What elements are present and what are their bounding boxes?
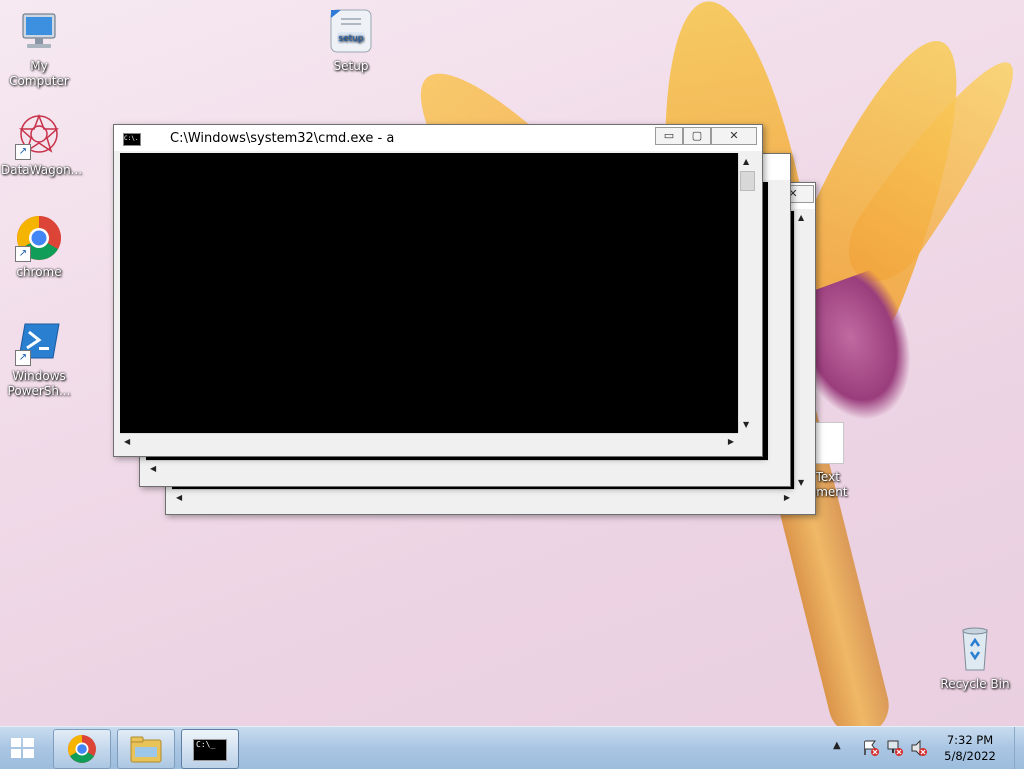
show-desktop-button[interactable]	[1014, 727, 1024, 769]
cmd-icon: C:\_	[193, 739, 227, 761]
cmd-icon: C:\.	[123, 133, 141, 146]
windows-logo-icon	[11, 738, 34, 758]
taskbar-file-explorer-button[interactable]	[117, 729, 175, 769]
desktop-icon-datawagon[interactable]: ↗ DataWagon...	[1, 112, 83, 178]
chrome-icon	[68, 735, 96, 763]
file-explorer-icon	[130, 736, 162, 763]
vertical-scrollbar[interactable]: ▲ ▼	[794, 211, 809, 489]
powershell-icon: ↗	[15, 318, 63, 366]
datawagon-icon: ↗	[15, 112, 63, 160]
desktop-icon-label: Setup	[333, 59, 369, 73]
show-hidden-icons-icon[interactable]: ▲	[833, 740, 841, 751]
computer-icon	[15, 8, 63, 56]
taskbar-cmd-button[interactable]: C:\_	[181, 729, 239, 769]
taskbar: C:\_ ▲ 7:32 PM 5/8/2022	[0, 726, 1024, 769]
network-icon[interactable]	[886, 739, 904, 757]
scroll-right-icon[interactable]: ▶	[728, 437, 734, 446]
scroll-track[interactable]	[138, 435, 722, 447]
desktop: My Computer setup Setup ↗ DataWagon... ↗…	[0, 0, 1024, 726]
desktop-icon-label: chrome	[16, 265, 62, 279]
action-center-error-icon[interactable]	[862, 739, 880, 757]
recycle-bin-icon	[951, 626, 999, 674]
desktop-icon-label: My Computer	[9, 59, 69, 88]
minimize-button[interactable]: ▭	[655, 127, 683, 145]
taskbar-clock[interactable]: 7:32 PM 5/8/2022	[930, 732, 1010, 764]
shortcut-arrow-icon: ↗	[15, 246, 31, 262]
scroll-left-icon[interactable]: ◀	[150, 464, 156, 473]
maximize-button[interactable]: ▢	[683, 127, 711, 145]
clock-time: 7:32 PM	[946, 733, 994, 747]
window-titlebar[interactable]: C:\. C:\Windows\system32\cmd.exe - a ▭ ▢…	[114, 125, 762, 151]
scroll-down-icon[interactable]: ▼	[743, 420, 749, 429]
chrome-icon: ↗	[15, 214, 63, 262]
scroll-down-icon[interactable]: ▼	[798, 478, 804, 487]
desktop-icon-label: Windows PowerSh...	[7, 369, 71, 398]
cmd-window-front[interactable]: C:\. C:\Windows\system32\cmd.exe - a ▭ ▢…	[113, 124, 763, 457]
horizontal-scrollbar[interactable]: ◀ ▶	[120, 433, 738, 450]
desktop-icon-my-computer[interactable]: My Computer	[1, 8, 77, 89]
scroll-right-icon[interactable]: ▶	[784, 493, 790, 502]
desktop-icon-label: Recycle Bin	[940, 677, 1010, 691]
desktop-icon-chrome[interactable]: ↗ chrome	[1, 214, 77, 280]
horizontal-scrollbar[interactable]: ◀	[146, 460, 768, 477]
desktop-icon-label: DataWagon...	[1, 163, 83, 177]
desktop-icon-recycle-bin[interactable]: Recycle Bin	[937, 626, 1013, 692]
desktop-icon-setup[interactable]: setup Setup	[313, 8, 389, 74]
close-button[interactable]: ✕	[711, 127, 757, 145]
start-button[interactable]	[6, 733, 42, 763]
desktop-icon-powershell[interactable]: ↗ Windows PowerSh...	[1, 318, 77, 399]
vertical-scrollbar[interactable]: ▲ ▼	[738, 153, 755, 433]
svg-text:setup: setup	[338, 34, 363, 44]
setup-icon: setup	[327, 8, 375, 56]
shortcut-arrow-icon: ↗	[15, 144, 31, 160]
scroll-left-icon[interactable]: ◀	[176, 493, 182, 502]
scroll-thumb[interactable]	[740, 171, 755, 191]
volume-muted-icon[interactable]	[910, 739, 928, 757]
shortcut-arrow-icon: ↗	[15, 350, 31, 366]
window-title: C:\Windows\system32\cmd.exe - a	[170, 131, 395, 146]
taskbar-chrome-button[interactable]	[53, 729, 111, 769]
scroll-left-icon[interactable]: ◀	[124, 437, 130, 446]
scroll-up-icon[interactable]: ▲	[743, 157, 749, 166]
scroll-up-icon[interactable]: ▲	[798, 213, 804, 222]
clock-date: 5/8/2022	[944, 749, 996, 763]
horizontal-scrollbar[interactable]: ◀ ▶	[172, 489, 794, 506]
text-document-icon[interactable]	[812, 422, 844, 464]
console-area[interactable]	[120, 153, 738, 433]
